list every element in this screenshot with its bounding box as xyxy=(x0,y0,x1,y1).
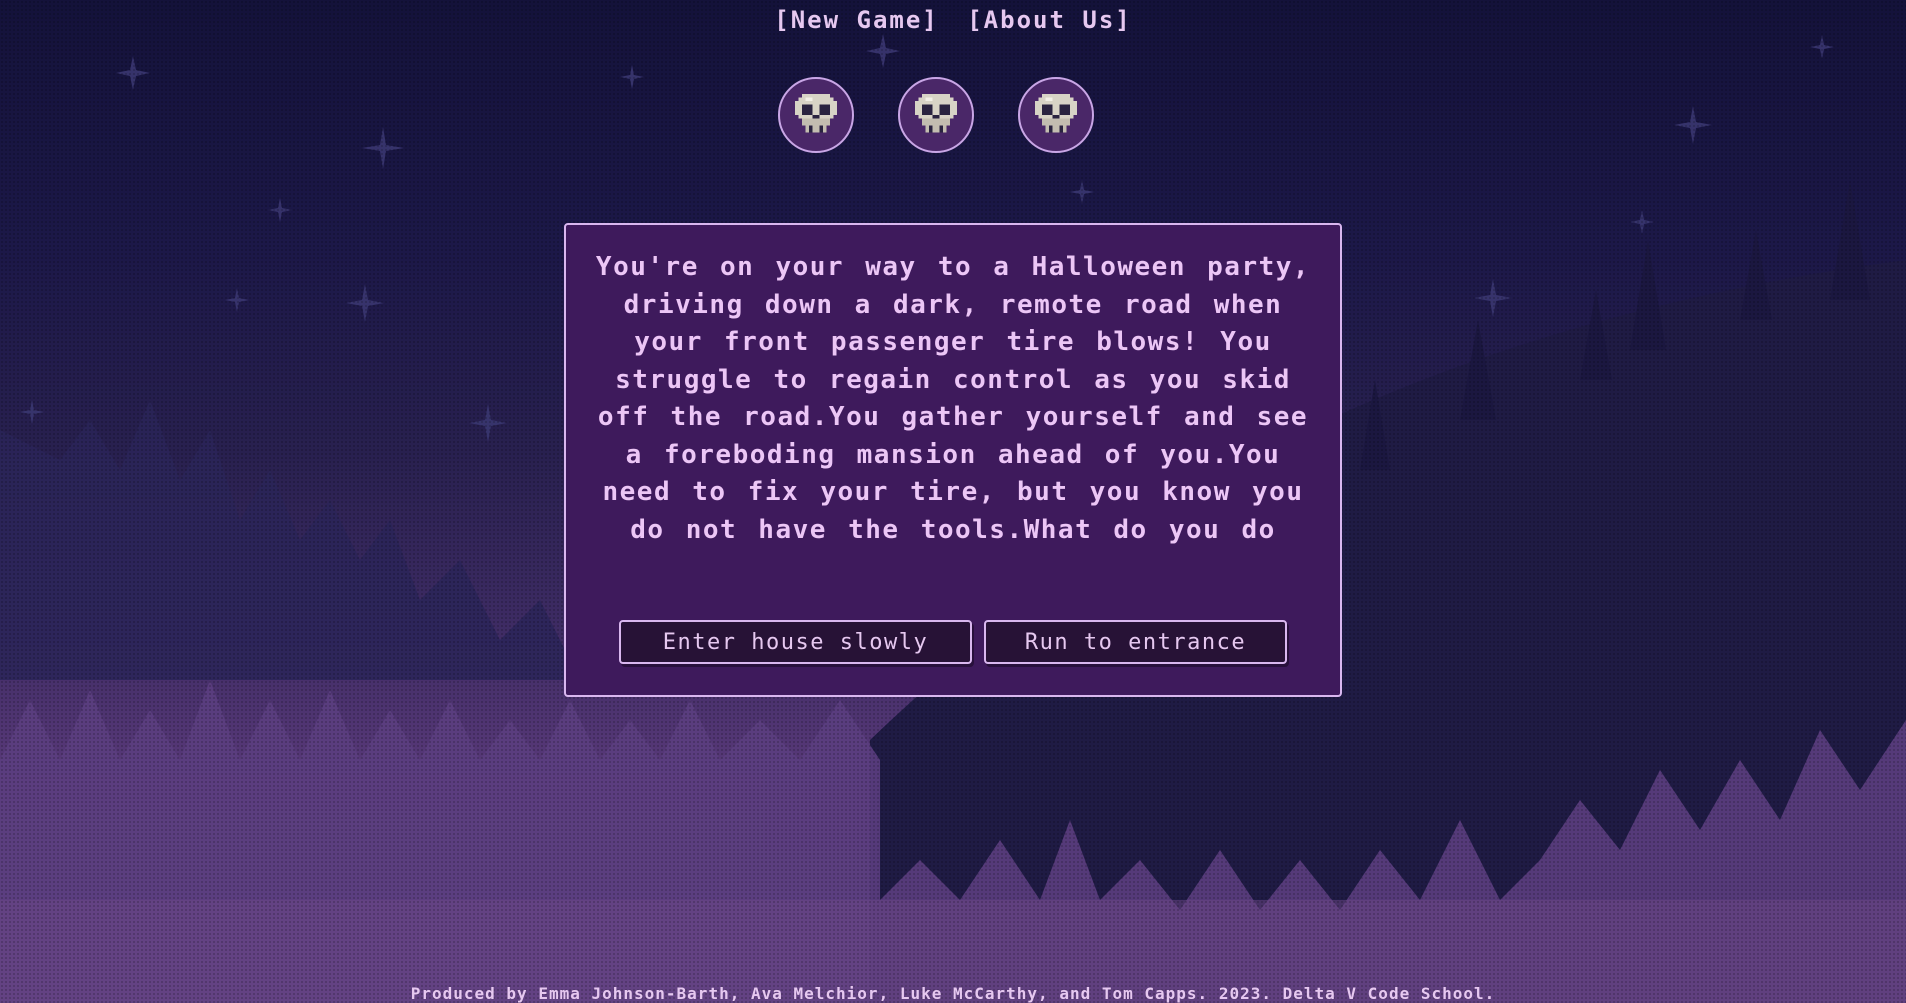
life-token xyxy=(778,77,854,153)
new-game-link[interactable]: [New Game] xyxy=(774,6,939,34)
top-nav: [New Game] [About Us] xyxy=(0,6,1906,34)
run-to-entrance-button[interactable]: Run to entrance xyxy=(984,620,1287,664)
story-panel: You're on your way to a Halloween party,… xyxy=(564,223,1342,697)
story-text: You're on your way to a Halloween party,… xyxy=(595,252,1311,545)
skull-icon xyxy=(795,94,837,133)
life-token xyxy=(898,77,974,153)
about-us-link[interactable]: [About Us] xyxy=(967,6,1132,34)
enter-house-slowly-button[interactable]: Enter house slowly xyxy=(619,620,972,664)
skull-icon xyxy=(1035,94,1077,133)
skull-icon xyxy=(915,94,957,133)
life-token xyxy=(1018,77,1094,153)
credits-footer: Produced by Emma Johnson-Barth, Ava Melc… xyxy=(410,984,1496,1003)
choice-buttons: Enter house slowly Run to entrance xyxy=(566,620,1340,664)
lives-indicator xyxy=(778,77,1094,153)
